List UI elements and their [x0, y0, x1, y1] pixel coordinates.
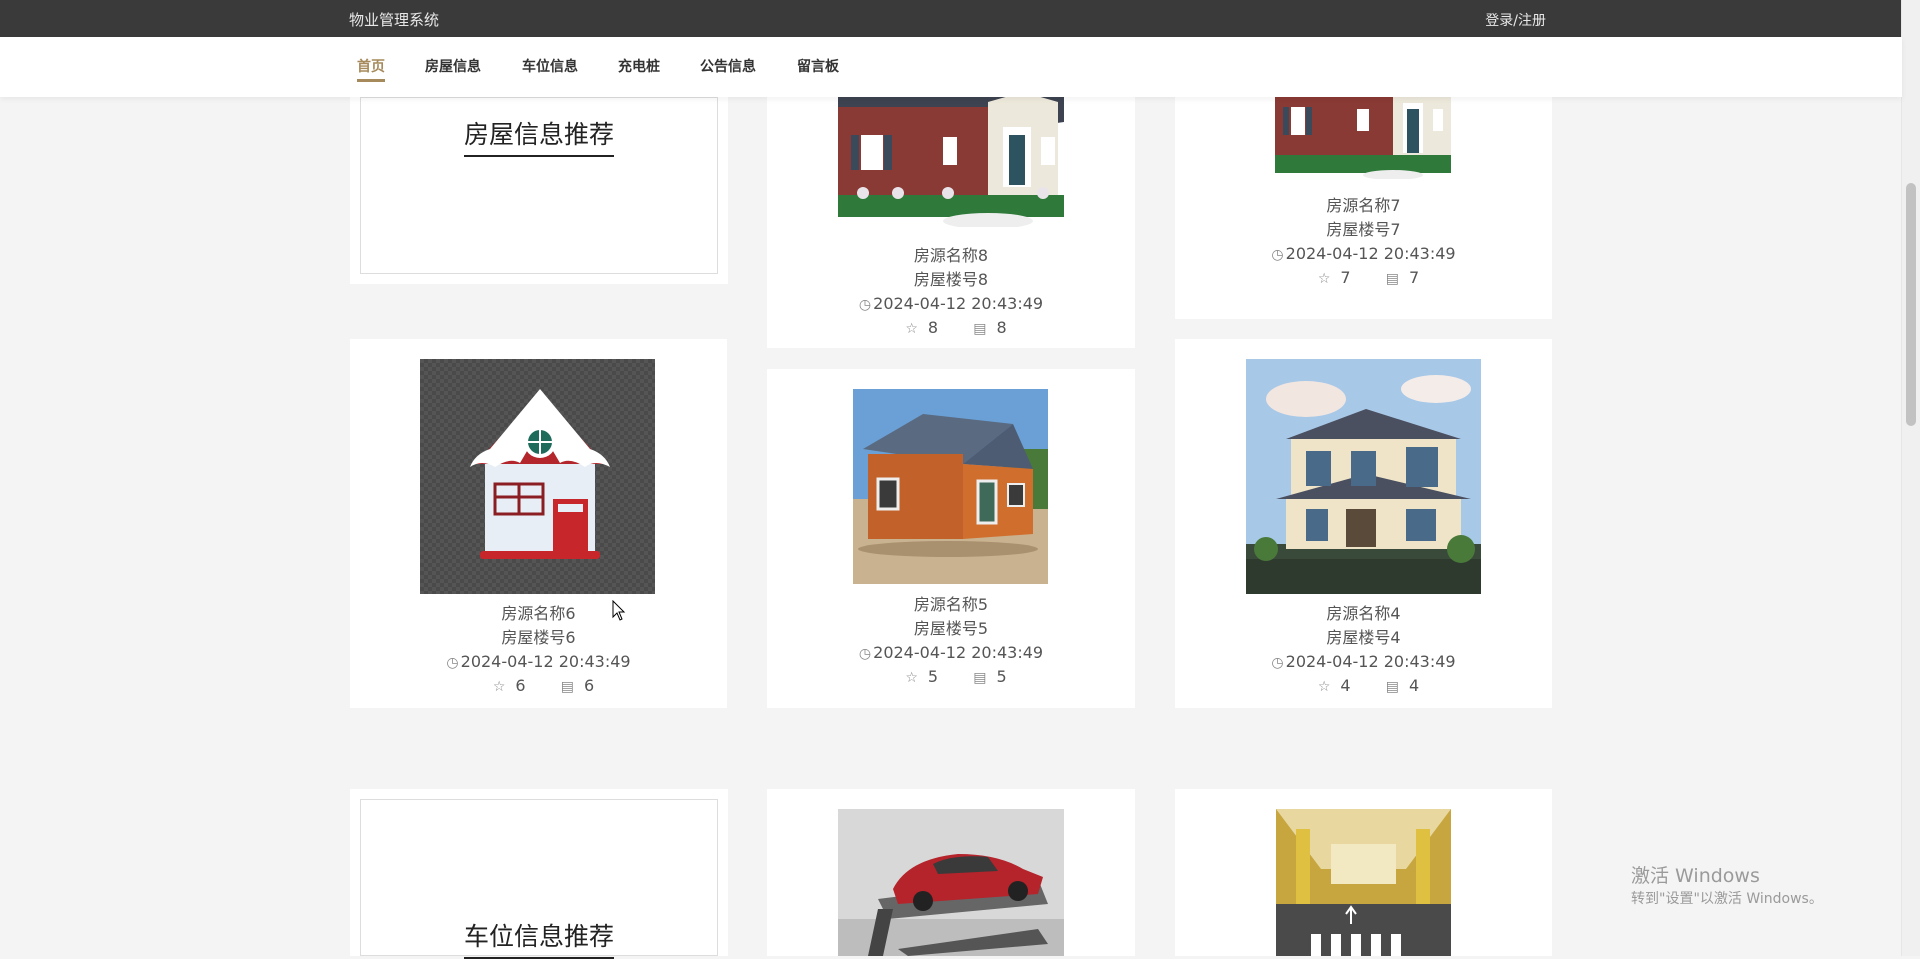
star-icon: ☆ — [492, 679, 506, 695]
activate-windows-title: 激活 Windows — [1631, 865, 1760, 887]
clock-icon: ◷ — [446, 655, 459, 671]
parking-card-2[interactable] — [1175, 789, 1552, 956]
house-building-8: 房屋楼号8 — [913, 270, 989, 289]
clock-icon: ◷ — [1271, 247, 1284, 263]
parking-section-title-card: 车位信息推荐 — [350, 789, 728, 959]
comment-icon: ▤ — [1385, 679, 1399, 695]
app-title: 物业管理系统 — [349, 11, 440, 29]
activate-windows-hint: 转到"设置"以激活 Windows。 — [1631, 891, 1823, 907]
nav-announcements[interactable]: 公告信息 — [700, 56, 756, 76]
nav-house-info[interactable]: 房屋信息 — [425, 56, 481, 76]
comment-icon: ▤ — [973, 670, 987, 686]
parking-section-title: 车位信息推荐 — [350, 917, 728, 959]
house-building-5: 房屋楼号5 — [913, 619, 989, 638]
house-building-7: 房屋楼号7 — [1326, 220, 1401, 239]
star-icon: ☆ — [905, 670, 918, 686]
like-count-4[interactable]: ☆ 4 — [1308, 676, 1351, 695]
house-name-8: 房源名称8 — [913, 246, 989, 265]
comment-count-8[interactable]: ▤ 8 — [963, 318, 1006, 337]
house-section-title-card: 房屋信息推荐 — [350, 97, 728, 284]
clock-icon: ◷ — [858, 297, 872, 313]
like-count-7[interactable]: ☆ 7 — [1308, 268, 1351, 287]
house-name-5: 房源名称5 — [913, 595, 989, 614]
login-register-link[interactable]: 登录/注册 — [1485, 10, 1546, 30]
house-building-4: 房屋楼号4 — [1326, 628, 1401, 647]
parking-card-1[interactable] — [767, 789, 1135, 956]
house-image-5[interactable] — [853, 389, 1048, 584]
house-image-7[interactable] — [1275, 97, 1451, 179]
house-card-4[interactable]: 房源名称4 房屋楼号4 ◷ 2024-04-12 20:43:49 ☆ 4 ▤ 4 — [1175, 339, 1552, 708]
house-card-6[interactable]: 房源名称6 房屋楼号6 ◷ 2024-04-12 20:43:49 ☆ 6 ▤ 6 — [350, 339, 727, 708]
house-time-7: 2024-04-12 20:43:49 — [1285, 244, 1456, 263]
like-count-5[interactable]: ☆ 5 — [895, 667, 938, 686]
parking-image-1[interactable] — [838, 809, 1064, 956]
house-section-title: 房屋信息推荐 — [350, 115, 728, 157]
house-image-6[interactable] — [420, 359, 655, 594]
star-icon: ☆ — [1317, 271, 1331, 287]
nav-charging-pile[interactable]: 充电桩 — [618, 56, 660, 76]
house-image-8[interactable] — [838, 97, 1064, 227]
house-time-5: 2024-04-12 20:43:49 — [873, 643, 1044, 662]
nav-home[interactable]: 首页 — [357, 56, 385, 82]
house-time-6: 2024-04-12 20:43:49 — [460, 652, 631, 671]
comment-icon: ▤ — [560, 679, 574, 695]
comment-count-4[interactable]: ▤ 4 — [1376, 676, 1419, 695]
nav-message-board[interactable]: 留言板 — [797, 56, 839, 76]
house-building-6: 房屋楼号6 — [501, 628, 576, 647]
comment-count-6[interactable]: ▤ 6 — [551, 676, 594, 695]
house-card-8[interactable]: 房源名称8 房屋楼号8 ◷ 2024-04-12 20:43:49 ☆ 8 ▤ 8 — [767, 97, 1135, 348]
star-icon: ☆ — [1317, 679, 1331, 695]
house-name-4: 房源名称4 — [1326, 604, 1401, 623]
page-scrollbar[interactable] — [1901, 0, 1920, 956]
mouse-cursor-icon — [612, 599, 626, 626]
house-image-4[interactable] — [1246, 359, 1481, 594]
house-name-7: 房源名称7 — [1326, 196, 1401, 215]
clock-icon: ◷ — [1271, 655, 1284, 671]
main-nav: 首页 房屋信息 车位信息 充电桩 公告信息 留言板 — [0, 37, 1902, 97]
top-bar: 物业管理系统 登录/注册 — [0, 0, 1902, 37]
house-name-6: 房源名称6 — [501, 604, 576, 623]
parking-image-2[interactable] — [1276, 809, 1451, 956]
house-card-7[interactable]: 房源名称7 房屋楼号7 ◷ 2024-04-12 20:43:49 ☆ 7 ▤ 7 — [1175, 97, 1552, 319]
house-time-4: 2024-04-12 20:43:49 — [1285, 652, 1456, 671]
scrollbar-thumb[interactable] — [1906, 183, 1916, 426]
star-icon: ☆ — [905, 321, 918, 337]
comment-icon: ▤ — [1385, 271, 1399, 287]
house-time-8: 2024-04-12 20:43:49 — [873, 294, 1044, 313]
like-count-8[interactable]: ☆ 8 — [895, 318, 938, 337]
house-card-5[interactable]: 房源名称5 房屋楼号5 ◷ 2024-04-12 20:43:49 ☆ 5 ▤ 5 — [767, 369, 1135, 708]
clock-icon: ◷ — [858, 646, 872, 662]
comment-icon: ▤ — [973, 321, 987, 337]
nav-parking-info[interactable]: 车位信息 — [522, 56, 578, 76]
like-count-6[interactable]: ☆ 6 — [483, 676, 526, 695]
comment-count-7[interactable]: ▤ 7 — [1376, 268, 1419, 287]
comment-count-5[interactable]: ▤ 5 — [963, 667, 1006, 686]
